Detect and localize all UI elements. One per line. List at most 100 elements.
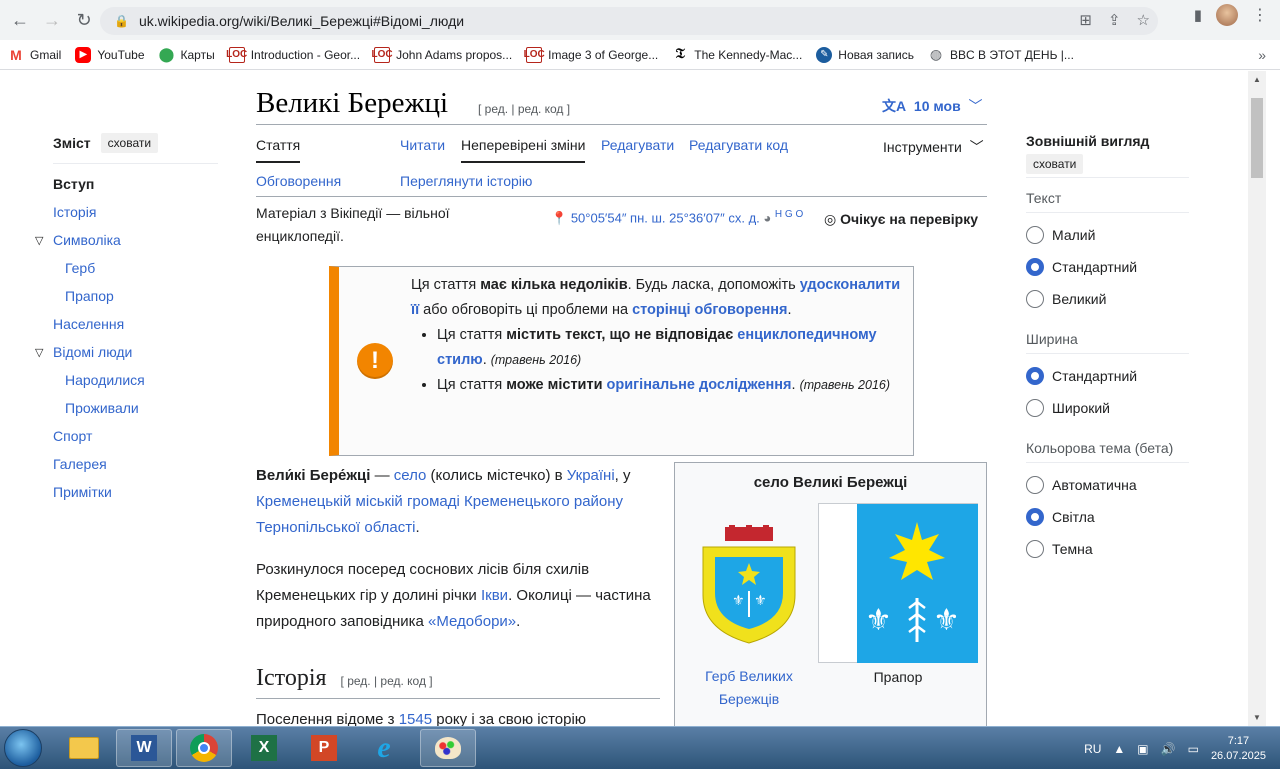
url-text[interactable]: uk.wikipedia.org/wiki/Великі_Бережці#Від… [139, 13, 464, 29]
toc-item-gallery[interactable]: Галерея [53, 450, 218, 478]
word-icon[interactable]: W [116, 729, 172, 767]
tab-read[interactable]: Читати [400, 137, 445, 163]
volume-icon[interactable]: 🔊 [1161, 742, 1176, 756]
pending-review-indicator[interactable]: ◎ Очікує на перевірку [824, 211, 978, 228]
profile-avatar[interactable] [1216, 4, 1238, 26]
medobory-link[interactable]: «Медобори» [428, 613, 516, 630]
forward-arrow-icon[interactable]: → [36, 4, 68, 36]
original-research-link[interactable]: оригінальне дослідження [607, 377, 792, 393]
globe-icon[interactable]: ◕ [763, 210, 771, 225]
windows-taskbar: W X P e RU ▲ ▣ 🔊 ▭ 7:17 26.07.2025 [0, 726, 1280, 769]
file-explorer-icon[interactable] [56, 729, 112, 767]
bookmark-kennedy[interactable]: 𝔗 The Kennedy-Mac... [672, 47, 803, 63]
share-icon[interactable]: ⇪ [1108, 11, 1121, 29]
radio-text-small[interactable]: Малий [1026, 219, 1189, 251]
start-button[interactable] [4, 729, 42, 767]
address-bar[interactable]: 🔒 uk.wikipedia.org/wiki/Великі_Бережці#В… [100, 7, 1158, 35]
toc-item-lived[interactable]: Проживали [53, 394, 218, 422]
language-indicator[interactable]: RU [1084, 742, 1101, 756]
paint-icon[interactable] [420, 729, 476, 767]
history-edit-links[interactable]: [ ред. | ред. код ] [341, 674, 433, 688]
year-link[interactable]: 1545 [399, 711, 432, 726]
radio-theme-auto[interactable]: Автоматична [1026, 469, 1189, 501]
title-edit-links[interactable]: [ ред. | ред. код ] [478, 102, 570, 116]
bookmark-loc-1[interactable]: LOC Introduction - Geor... [226, 46, 360, 63]
radio-button[interactable] [1026, 476, 1044, 494]
bookmark-loc-2[interactable]: LOC John Adams propos... [372, 46, 512, 63]
coordinates[interactable]: 📍 50°05′54″ пн. ш. 25°36′07″ сх. д. ◕ H … [551, 209, 803, 226]
reload-icon[interactable]: ↻ [68, 4, 100, 36]
toc-item-born[interactable]: Народилися [53, 366, 218, 394]
scroll-down-icon[interactable]: ▼ [1253, 713, 1261, 722]
tab-view-history[interactable]: Переглянути історію [400, 173, 532, 189]
flag-image[interactable]: ⚜ ⚜ [818, 503, 978, 663]
toc-item-sport[interactable]: Спорт [53, 422, 218, 450]
radio-button[interactable] [1026, 367, 1044, 385]
radio-theme-dark[interactable]: Темна [1026, 533, 1189, 565]
chrome-icon[interactable] [176, 729, 232, 767]
svg-text:⚜: ⚜ [865, 603, 892, 638]
radio-button[interactable] [1026, 399, 1044, 417]
appearance-hide-button[interactable]: сховати [1026, 154, 1084, 174]
toc-title: Зміст [53, 135, 91, 151]
excel-icon[interactable]: X [236, 729, 292, 767]
talk-page-link[interactable]: сторінці обговорення [632, 302, 787, 318]
tab-edit-source[interactable]: Редагувати код [689, 137, 788, 163]
page-scrollbar[interactable]: ▲ ▼ [1248, 71, 1266, 726]
toc-hide-button[interactable]: сховати [100, 133, 159, 153]
clock[interactable]: 7:17 26.07.2025 [1211, 734, 1266, 764]
radio-button[interactable] [1026, 508, 1044, 526]
display-icon[interactable]: ▭ [1188, 742, 1199, 756]
network-warning-icon[interactable]: ▣ [1137, 742, 1148, 756]
menu-dots-icon[interactable]: ⋮ [1252, 5, 1268, 25]
show-hidden-icons-icon[interactable]: ▲ [1113, 742, 1125, 756]
tab-pending-changes[interactable]: Неперевірені зміни [461, 137, 586, 163]
bookmark-star-icon[interactable]: ☆ [1137, 11, 1150, 29]
powerpoint-icon[interactable]: P [296, 729, 352, 767]
bookmark-bbc[interactable]: ◍ BBC В ЭТОТ ДЕНЬ |... [928, 46, 1074, 63]
chevron-down-icon[interactable]: ▽ [35, 346, 43, 359]
radio-button[interactable] [1026, 258, 1044, 276]
toc-item-intro[interactable]: Вступ [53, 170, 218, 198]
ikva-link[interactable]: Ікви [481, 587, 508, 604]
bookmark-youtube[interactable]: ▶ YouTube [75, 46, 145, 63]
tab-edit[interactable]: Редагувати [601, 137, 674, 163]
radio-button[interactable] [1026, 290, 1044, 308]
radio-text-large[interactable]: Великий [1026, 283, 1189, 315]
coat-of-arms-image[interactable]: ⚜ ⚜ [699, 525, 799, 645]
radio-width-standard[interactable]: Стандартний [1026, 360, 1189, 392]
translate-icon[interactable]: ⊞ [1079, 11, 1092, 29]
toc-item-notes[interactable]: Примітки [53, 478, 218, 506]
toc-item-notable-people[interactable]: ▽ Відомі люди [35, 338, 218, 366]
radio-width-wide[interactable]: Широкий [1026, 392, 1189, 424]
text-size-group: Малий Стандартний Великий [1026, 219, 1189, 315]
internet-explorer-icon[interactable]: e [356, 729, 412, 767]
tools-menu[interactable]: Інструменти ﹀ [883, 137, 984, 163]
radio-button[interactable] [1026, 540, 1044, 558]
bookmark-new-post[interactable]: ✎ Новая запись [816, 46, 914, 63]
chevron-down-icon[interactable]: ▽ [35, 234, 43, 247]
toc-item-population[interactable]: Населення [53, 310, 218, 338]
radio-text-standard[interactable]: Стандартний [1026, 251, 1189, 283]
coat-of-arms-caption-link[interactable]: Герб Великих Бережців [699, 665, 799, 711]
radio-button[interactable] [1026, 226, 1044, 244]
scrollbar-thumb[interactable] [1251, 98, 1263, 178]
bookmark-maps[interactable]: ⬤ Карты [159, 46, 215, 63]
toc-item-coat-of-arms[interactable]: Герб [53, 254, 218, 282]
selo-link[interactable]: село [394, 467, 427, 484]
gromada-link[interactable]: Кременецькій міській громаді Кременецько… [256, 493, 623, 536]
more-bookmarks-icon[interactable]: » [1258, 47, 1266, 63]
toc-item-flag[interactable]: Прапор [53, 282, 218, 310]
bookmark-gmail[interactable]: M Gmail [8, 47, 61, 63]
tab-article[interactable]: Стаття [256, 137, 301, 163]
bookmark-loc-3[interactable]: LOC Image 3 of George... [524, 46, 658, 63]
toc-item-symbols[interactable]: ▽ Символіка [35, 226, 218, 254]
side-panel-icon[interactable]: ▮ [1194, 6, 1202, 24]
back-arrow-icon[interactable]: ← [4, 4, 36, 36]
languages-button[interactable]: 文A 10 мов ﹀ [882, 96, 982, 116]
radio-theme-light[interactable]: Світла [1026, 501, 1189, 533]
toc-item-history[interactable]: Історія [53, 198, 218, 226]
scroll-up-icon[interactable]: ▲ [1253, 75, 1261, 84]
tab-talk[interactable]: Обговорення [256, 173, 341, 189]
ukraine-link[interactable]: Україні [567, 467, 615, 484]
